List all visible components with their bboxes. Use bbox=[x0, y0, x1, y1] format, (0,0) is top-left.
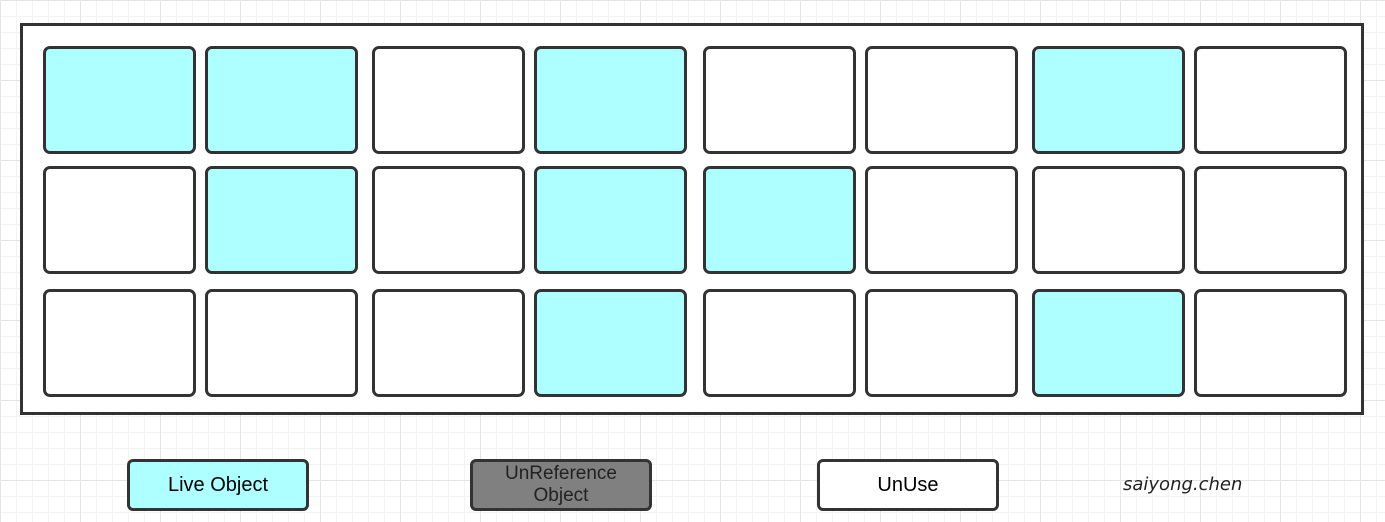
memory-cell-unuse bbox=[703, 46, 856, 154]
memory-cell-unuse bbox=[865, 166, 1018, 274]
memory-cell-live bbox=[534, 166, 687, 274]
legend-unuse-label: UnUse bbox=[877, 473, 939, 496]
memory-cell-unuse bbox=[372, 166, 525, 274]
memory-cell-unuse bbox=[372, 46, 525, 154]
memory-cell-live bbox=[43, 46, 196, 154]
memory-cell-unuse bbox=[372, 289, 525, 397]
memory-cell-unuse bbox=[205, 289, 358, 397]
memory-cell-unuse bbox=[703, 289, 856, 397]
memory-cell-unuse bbox=[865, 46, 1018, 154]
memory-cell-live bbox=[205, 46, 358, 154]
legend-unreference-object: UnReference Object bbox=[470, 459, 652, 511]
memory-cell-unuse bbox=[1194, 46, 1347, 154]
memory-cell-unuse bbox=[43, 166, 196, 274]
legend-unreference-label: UnReference Object bbox=[505, 463, 617, 506]
memory-cell-live bbox=[703, 166, 856, 274]
memory-cell-live bbox=[534, 46, 687, 154]
memory-cell-unuse bbox=[1032, 166, 1185, 274]
memory-cell-unuse bbox=[1194, 289, 1347, 397]
memory-cell-live bbox=[205, 166, 358, 274]
memory-cell-unuse bbox=[43, 289, 196, 397]
author-signature: saiyong.chen bbox=[1123, 474, 1243, 495]
memory-cell-unuse bbox=[1194, 166, 1347, 274]
memory-cell-live bbox=[534, 289, 687, 397]
memory-cell-live bbox=[1032, 46, 1185, 154]
legend-unuse: UnUse bbox=[817, 459, 999, 511]
memory-cell-live bbox=[1032, 289, 1185, 397]
memory-cell-unuse bbox=[865, 289, 1018, 397]
legend-live-label: Live Object bbox=[167, 473, 269, 496]
legend-live-object: Live Object bbox=[127, 459, 309, 511]
